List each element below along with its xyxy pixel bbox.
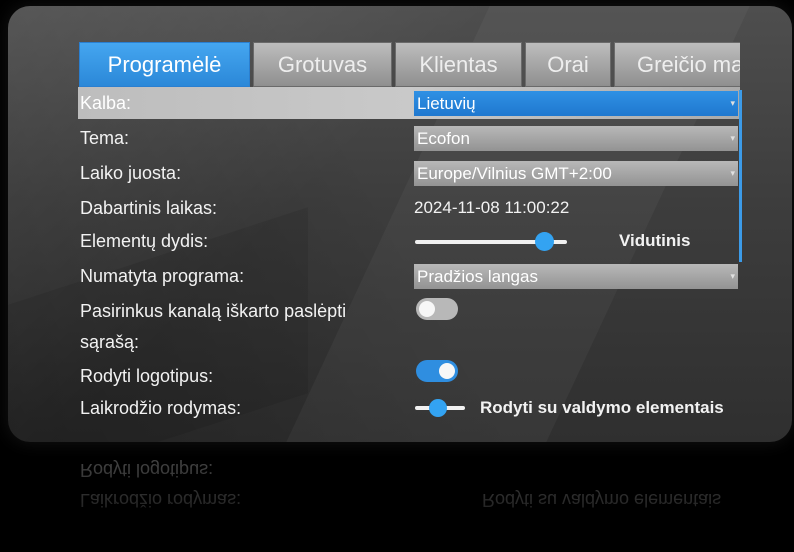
element-size-value: Vidutinis — [619, 231, 691, 250]
setting-row-current-time: Dabartinis laikas: 2024-11-08 11:00:22 — [78, 192, 740, 224]
default-program-dropdown[interactable]: Pradžios langas ▾ — [414, 264, 738, 289]
toggle-knob — [419, 301, 435, 317]
timezone-value: Europe/Vilnius GMT+2:00 — [417, 164, 612, 183]
tab-grotuvas[interactable]: Grotuvas — [253, 42, 392, 87]
setting-row-show-logos[interactable]: Rodyti logotipus: — [78, 360, 740, 392]
language-value: Lietuvių — [417, 94, 476, 113]
slider-thumb[interactable] — [429, 399, 447, 417]
setting-row-timezone[interactable]: Laiko juosta: Europe/Vilnius GMT+2:00 ▾ — [78, 157, 740, 189]
theme-label: Tema: — [80, 128, 130, 148]
hide-list-label-line2: sąrašą: — [80, 332, 140, 352]
toggle-knob — [439, 363, 455, 379]
default-program-label: Numatyta programa: — [80, 266, 245, 286]
screen-reflection: Laikrodžio rodymas: Rodyti su valdymo el… — [8, 446, 792, 552]
chevron-down-icon: ▾ — [730, 98, 735, 108]
tab-klientas[interactable]: Klientas — [395, 42, 522, 87]
slider-thumb[interactable] — [535, 232, 555, 251]
show-logos-toggle[interactable] — [416, 360, 458, 382]
hide-list-label-line1: Pasirinkus kanalą iškarto paslėpti — [80, 301, 347, 321]
show-logos-label: Rodyti logotipus: — [80, 366, 214, 386]
setting-row-clock-display[interactable]: Laikrodžio rodymas: Rodyti su valdymo el… — [78, 392, 740, 424]
setting-row-default-program[interactable]: Numatyta programa: Pradžios langas ▾ — [78, 260, 740, 292]
chevron-down-icon: ▾ — [730, 271, 735, 281]
current-time-value: 2024-11-08 11:00:22 — [414, 198, 570, 217]
tab-orai[interactable]: Orai — [525, 42, 611, 87]
settings-screen: Programėlė Grotuvas Klientas Orai Greiči… — [8, 6, 792, 442]
reflection-clock-value: Rodyti su valdymo elementais — [482, 490, 722, 510]
setting-row-language[interactable]: Kalba: Lietuvių ▾ — [78, 87, 740, 119]
language-dropdown[interactable]: Lietuvių ▾ — [414, 91, 738, 116]
setting-row-theme[interactable]: Tema: Ecofon ▾ — [78, 122, 740, 154]
tab-programele[interactable]: Programėlė — [79, 42, 250, 87]
default-program-value: Pradžios langas — [417, 267, 538, 286]
current-time-label: Dabartinis laikas: — [80, 198, 218, 218]
reflection-clock-label: Laikrodžio rodymas: — [80, 490, 242, 510]
reflection-content: Laikrodžio rodymas: Rodyti su valdymo el… — [8, 446, 792, 552]
theme-dropdown[interactable]: Ecofon ▾ — [414, 126, 738, 151]
clock-display-label: Laikrodžio rodymas: — [80, 398, 242, 418]
language-label: Kalba: — [80, 93, 132, 113]
setting-row-element-size[interactable]: Elementų dydis: Vidutinis — [78, 225, 740, 257]
chevron-down-icon: ▾ — [730, 133, 735, 143]
hide-list-toggle[interactable] — [416, 298, 458, 320]
tab-greicio[interactable]: Greičio ma — [614, 42, 740, 87]
chevron-down-icon: ▾ — [730, 168, 735, 178]
reflection-logos-label: Rodyti logotipus: — [80, 460, 214, 480]
scrollbar[interactable] — [739, 90, 742, 262]
theme-value: Ecofon — [417, 129, 470, 148]
timezone-label: Laiko juosta: — [80, 163, 182, 183]
element-size-label: Elementų dydis: — [80, 231, 209, 251]
tab-bar: Programėlė Grotuvas Klientas Orai Greiči… — [79, 42, 740, 87]
timezone-dropdown[interactable]: Europe/Vilnius GMT+2:00 ▾ — [414, 161, 738, 186]
clock-display-value: Rodyti su valdymo elementais — [480, 398, 724, 417]
setting-row-hide-list[interactable]: Pasirinkus kanalą iškarto paslėpti sąraš… — [78, 295, 740, 357]
